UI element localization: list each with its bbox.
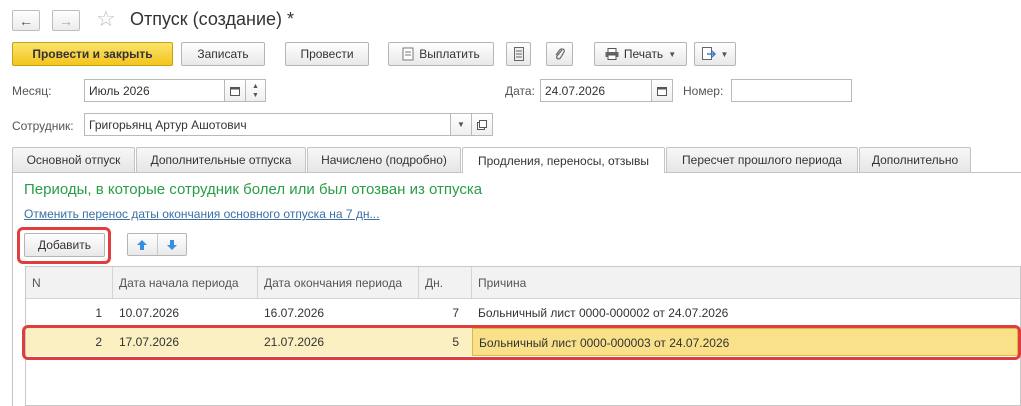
- column-header-end[interactable]: Дата окончания периода: [258, 267, 419, 299]
- back-arrow-icon: ←: [19, 12, 33, 29]
- tab-label: Основной отпуск: [26, 153, 121, 167]
- tab-extensions-transfers[interactable]: Продления, переносы, отзывы: [462, 147, 665, 173]
- pay-button[interactable]: Выплатить: [388, 42, 494, 66]
- post-label: Провести: [300, 47, 354, 61]
- arrow-up-icon: [137, 239, 148, 250]
- cell-reason: Больничный лист 0000-000002 от 24.07.202…: [478, 306, 729, 320]
- column-header-start[interactable]: Дата начала периода: [113, 267, 258, 299]
- section-title: Периоды, в которые сотрудник болел или б…: [24, 181, 483, 198]
- chevron-down-icon: ▼: [668, 49, 677, 59]
- month-field[interactable]: Июль 2026: [84, 79, 225, 102]
- cell-n: 1: [95, 306, 102, 320]
- add-label: Добавить: [37, 238, 92, 252]
- column-header-n[interactable]: N: [26, 267, 113, 299]
- month-spinner[interactable]: ▲ ▼: [245, 79, 266, 102]
- tab-recalculation[interactable]: Пересчет прошлого периода: [666, 147, 858, 172]
- calendar-button[interactable]: [224, 79, 246, 102]
- employee-open-button[interactable]: [471, 113, 493, 136]
- cell-days: 7: [452, 306, 459, 320]
- date-calendar-button[interactable]: [651, 79, 673, 102]
- date-field[interactable]: 24.07.2026: [540, 79, 652, 102]
- cell-start: 10.07.2026: [119, 306, 180, 320]
- panel-border: [12, 172, 13, 406]
- attach-button[interactable]: [546, 42, 573, 66]
- paperclip-icon: [555, 48, 565, 60]
- open-window-icon: [477, 119, 487, 130]
- report-list-icon: [513, 47, 524, 61]
- chevron-down-icon: ▼: [457, 120, 465, 129]
- post-button[interactable]: Провести: [285, 42, 369, 66]
- printer-icon: [605, 48, 619, 60]
- employee-label: Сотрудник:: [12, 119, 74, 133]
- more-actions-button[interactable]: ▼: [694, 42, 736, 66]
- column-header-reason[interactable]: Причина: [472, 267, 1020, 299]
- pay-label: Выплатить: [419, 47, 480, 61]
- save-label: Записать: [197, 47, 249, 61]
- calendar-icon: [230, 86, 240, 96]
- tab-additional-vacations[interactable]: Дополнительные отпуска: [136, 147, 306, 172]
- tab-label: Продления, переносы, отзывы: [477, 153, 650, 168]
- print-button[interactable]: Печать ▼: [594, 42, 687, 66]
- chevron-down-icon: ▼: [720, 49, 729, 59]
- post-and-close-button[interactable]: Провести и закрыть: [12, 42, 173, 66]
- number-label: Номер:: [683, 84, 724, 98]
- calendar-icon: [657, 86, 667, 96]
- report-button[interactable]: [506, 42, 531, 66]
- post-and-close-label: Провести и закрыть: [32, 47, 153, 61]
- print-label: Печать: [623, 47, 664, 61]
- tab-accrued-detailed[interactable]: Начислено (подробно): [307, 147, 461, 172]
- move-buttons: [127, 233, 187, 256]
- document-icon: [402, 47, 414, 61]
- spin-up-icon[interactable]: ▲: [252, 82, 259, 91]
- forward-button[interactable]: →: [52, 10, 80, 31]
- employee-field[interactable]: Григорьянц Артур Ашотович: [84, 113, 451, 136]
- export-icon: [701, 47, 716, 60]
- tab-label: Начислено (подробно): [321, 153, 447, 167]
- date-label: Дата:: [505, 84, 535, 98]
- number-field[interactable]: [731, 79, 852, 102]
- tab-main-vacation[interactable]: Основной отпуск: [12, 147, 135, 172]
- employee-dropdown-button[interactable]: ▼: [450, 113, 472, 136]
- tab-label: Дополнительно: [871, 153, 959, 167]
- move-down-button[interactable]: [158, 234, 187, 255]
- table-row[interactable]: 1 10.07.2026 16.07.2026 7 Больничный лис…: [26, 299, 1020, 327]
- cancel-transfer-link[interactable]: Отменить перенос даты окончания основног…: [24, 207, 379, 221]
- spin-down-icon[interactable]: ▼: [252, 91, 259, 100]
- favorite-star-icon[interactable]: ☆: [96, 6, 116, 32]
- tab-label: Дополнительные отпуска: [150, 153, 292, 167]
- arrow-down-icon: [166, 239, 177, 250]
- month-label: Месяц:: [12, 84, 52, 98]
- back-button[interactable]: ←: [12, 10, 40, 31]
- move-up-button[interactable]: [128, 234, 158, 255]
- page-title: Отпуск (создание) *: [130, 9, 295, 29]
- selected-row-highlight: [22, 325, 1021, 360]
- cell-end: 16.07.2026: [264, 306, 325, 320]
- tab-label: Пересчет прошлого периода: [682, 153, 842, 167]
- forward-arrow-icon: →: [59, 12, 73, 29]
- column-header-days[interactable]: Дн.: [419, 267, 472, 299]
- add-button[interactable]: Добавить: [24, 233, 105, 257]
- save-button[interactable]: Записать: [181, 42, 265, 66]
- tab-additional[interactable]: Дополнительно: [859, 147, 971, 172]
